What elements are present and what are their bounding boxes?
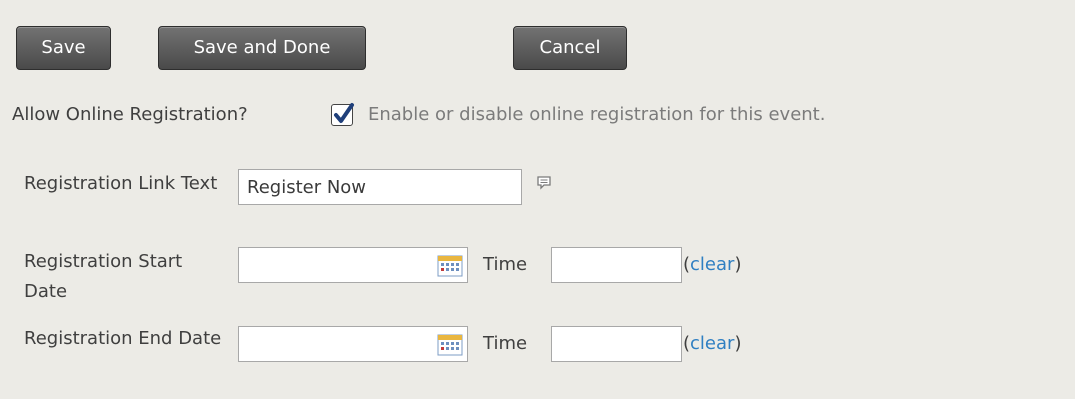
end-time-label: Time — [483, 333, 528, 354]
checkmark-icon — [334, 103, 354, 123]
start-clear-wrapper: (clear) — [683, 251, 741, 279]
registration-end-date-input[interactable] — [238, 326, 468, 362]
start-time-label: Time — [483, 254, 528, 275]
registration-start-date-label: Registration Start Date — [24, 251, 183, 302]
cancel-button[interactable]: Cancel — [513, 26, 627, 70]
event-registration-panel: Save Save and Done Cancel Allow Online R… — [0, 0, 1075, 399]
clear-start-link[interactable]: clear — [690, 254, 734, 275]
registration-link-text-label: Registration Link Text — [24, 173, 218, 194]
allow-online-registration-label: Allow Online Registration? — [12, 104, 248, 125]
comment-icon[interactable] — [536, 175, 552, 191]
registration-end-time-input[interactable] — [551, 326, 682, 362]
paren-close: ) — [734, 333, 742, 354]
clear-end-link[interactable]: clear — [690, 333, 734, 354]
registration-start-date-input[interactable] — [238, 247, 468, 283]
end-clear-wrapper: (clear) — [683, 330, 741, 358]
paren-close: ) — [734, 254, 742, 275]
allow-online-registration-checkbox[interactable] — [331, 103, 354, 126]
online-registration-hint: Enable or disable online registration fo… — [368, 104, 826, 125]
calendar-icon[interactable] — [437, 334, 463, 356]
save-button[interactable]: Save — [16, 26, 111, 70]
registration-end-date-label: Registration End Date — [24, 328, 222, 349]
paren-open: ( — [683, 254, 691, 275]
calendar-icon[interactable] — [437, 255, 463, 277]
save-and-done-button[interactable]: Save and Done — [158, 26, 366, 70]
registration-link-text-input[interactable] — [238, 169, 522, 205]
registration-start-time-input[interactable] — [551, 247, 682, 283]
paren-open: ( — [683, 333, 691, 354]
